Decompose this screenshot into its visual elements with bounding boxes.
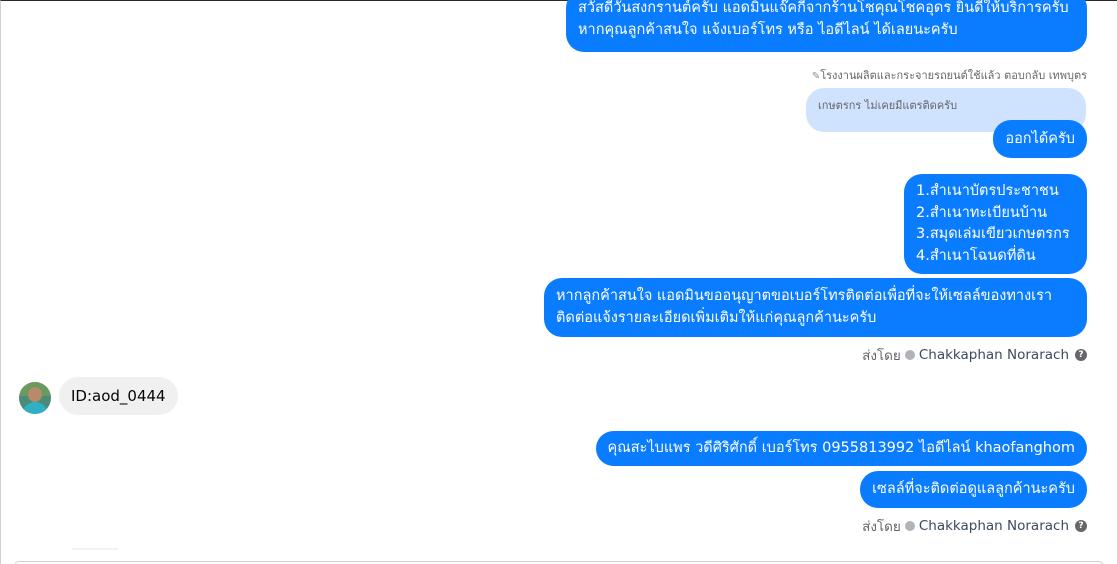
message-line: 2.สำเนาทะเบียนบ้าน (916, 204, 1048, 221)
pencil-icon: ✎ (811, 71, 821, 82)
message-line: ติดต่อแจ้งรายละเอียดเพิ่มเติมให้แก่คุณลู… (556, 309, 877, 326)
message-reply[interactable]: ออกได้ครับ (993, 120, 1087, 158)
sent-by-prefix: ส่งโดย (862, 519, 901, 535)
reply-label-text: โรงงานผลิตและกระจายรถยนต์ใช้แล้ว ตอบกลับ… (820, 69, 1087, 82)
message-line: ออกได้ครับ (1005, 131, 1075, 147)
composer-divider (72, 548, 118, 550)
message-line: 1.สำเนาบัตรประชาชน (916, 183, 1059, 199)
help-icon[interactable]: ? (1075, 349, 1087, 361)
avatar[interactable] (19, 382, 51, 414)
sent-by-label: ส่งโดย Chakkaphan Norarach ? (862, 344, 1087, 366)
message-line: เซลล์ที่จะติดต่อดูแลลูกค้านะครับ (872, 481, 1075, 497)
sender-name[interactable]: Chakkaphan Norarach (919, 347, 1069, 363)
message-line: คุณสะไบแพร วดีศิริศักดิ์ เบอร์โทร 095581… (607, 440, 1075, 456)
verified-shield-icon (904, 521, 915, 531)
message-documents[interactable]: 1.สำเนาบัตรประชาชน 2.สำเนาทะเบียนบ้าน 3.… (904, 174, 1087, 274)
reply-label: ✎โรงงานผลิตและกระจายรถยนต์ใช้แล้ว ตอบกลั… (812, 66, 1087, 84)
sender-name[interactable]: Chakkaphan Norarach (919, 518, 1069, 534)
sent-by-prefix: ส่งโดย (862, 348, 901, 364)
message-line: 3.สมุดเล่มเขียวเกษตรกร (916, 226, 1070, 242)
message-line: หากลูกค้าสนใจ แอดมินขออนุญาตขอเบอร์โทรติ… (556, 288, 1053, 304)
message-line: หากคุณลูกค้าสนใจ แจ้งเบอร์โทร หรือ ไอดีไ… (578, 21, 958, 38)
message-contact-info[interactable]: คุณสะไบแพร วดีศิริศักดิ์ เบอร์โทร 095581… (595, 431, 1087, 466)
help-icon[interactable]: ? (1075, 520, 1087, 532)
quoted-text: เกษตรกร ไม่เคยมีแตรติดครับ (818, 99, 958, 112)
message-line: สวัสดีวันสงกรานต์ครับ แอดมินแจ๊คกี้จากร้… (578, 0, 1069, 16)
message-line: 4.สำเนาโฉนดที่ดิน (916, 247, 1036, 264)
message-sales-followup[interactable]: เซลล์ที่จะติดต่อดูแลลูกค้านะครับ (860, 471, 1087, 508)
message-greeting[interactable]: สวัสดีวันสงกรานต์ครับ แอดมินแจ๊คกี้จากร้… (566, 0, 1087, 52)
message-line: ID:aod_0444 (71, 387, 166, 405)
message-request-phone[interactable]: หากลูกค้าสนใจ แอดมินขออนุญาตขอเบอร์โทรติ… (544, 278, 1087, 337)
message-incoming-id[interactable]: ID:aod_0444 (59, 377, 178, 415)
sent-by-label: ส่งโดย Chakkaphan Norarach ? (862, 515, 1087, 537)
verified-shield-icon (904, 350, 915, 360)
